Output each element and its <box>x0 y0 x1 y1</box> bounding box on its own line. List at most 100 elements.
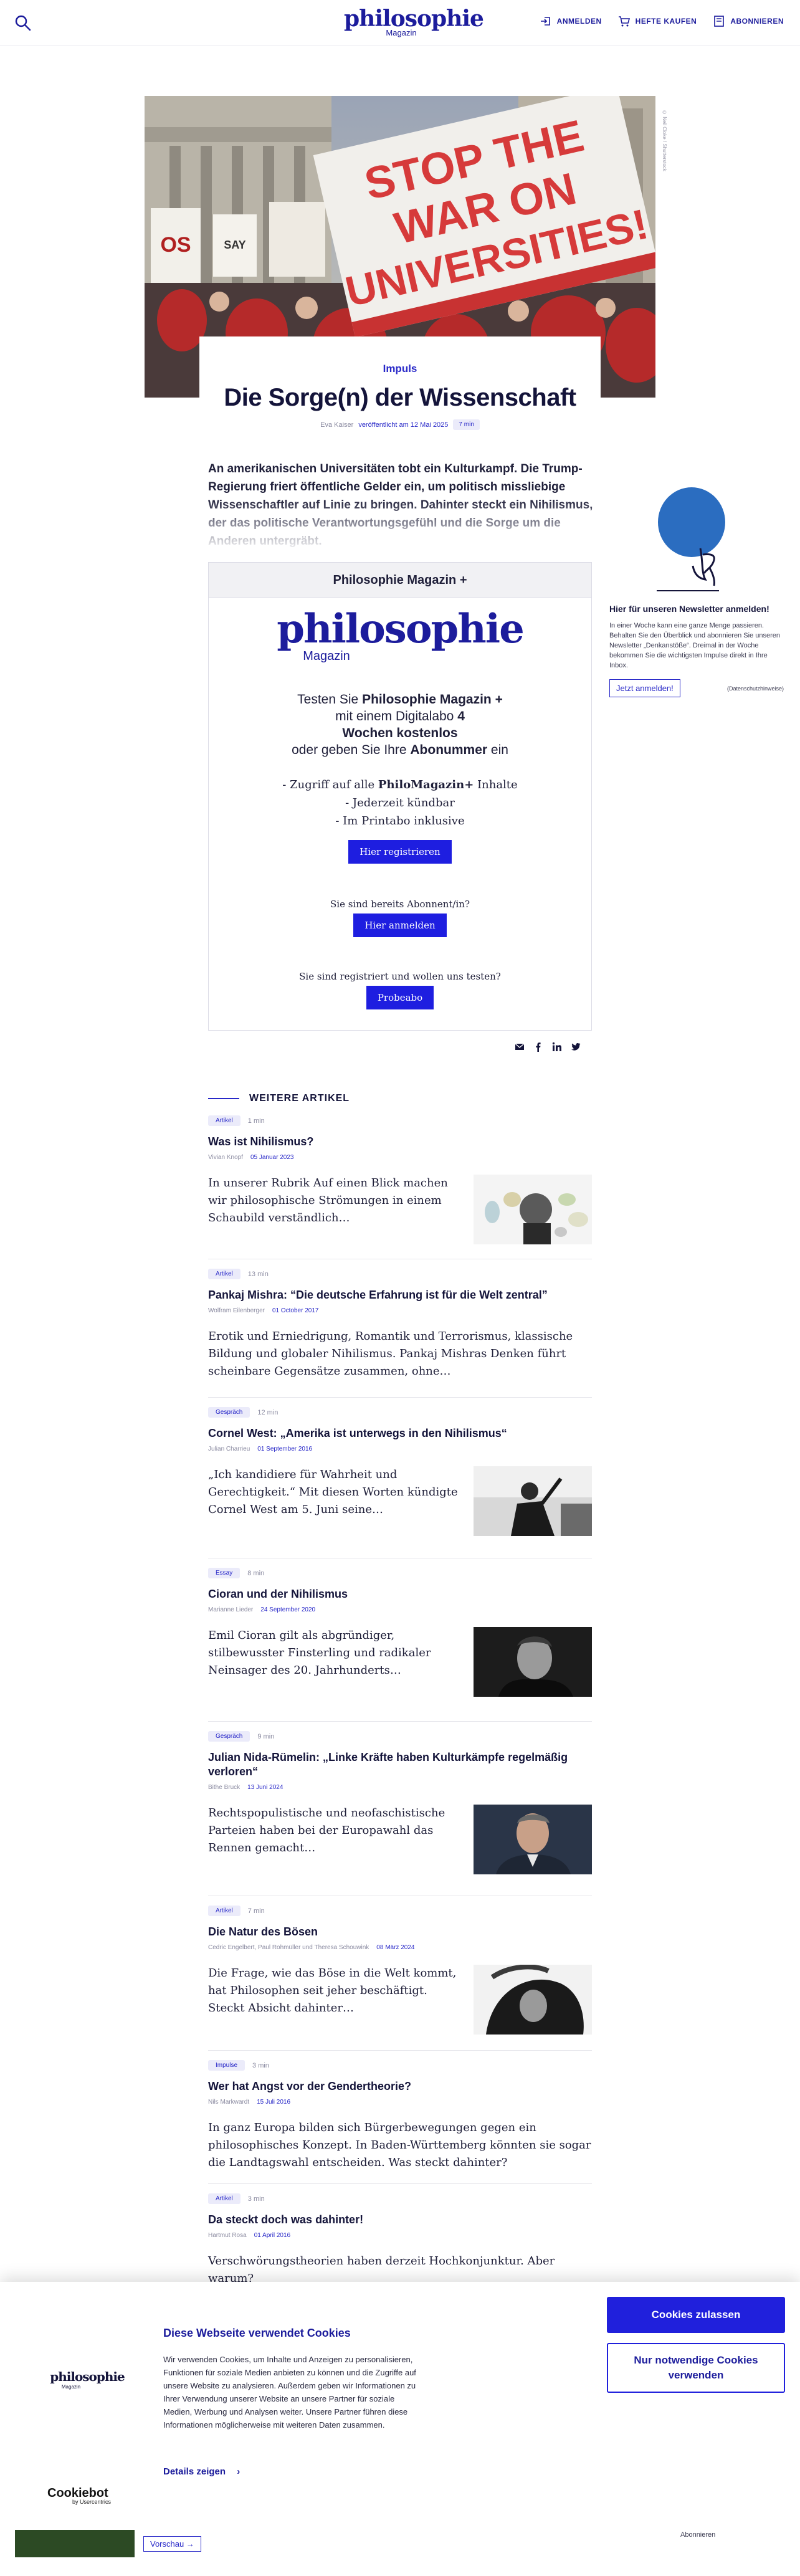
article-card-date: 08 März 2024 <box>376 1944 415 1951</box>
article-author[interactable]: Eva Kaiser <box>320 421 353 429</box>
cookie-details-link[interactable]: Details zeigen › <box>163 2466 240 2477</box>
article-card[interactable]: Artikel 13 min Pankaj Mishra: “Die deutsc… <box>208 1269 592 1380</box>
lead-fade-overlay <box>206 499 598 548</box>
article-thumbnail[interactable] <box>474 1175 592 1244</box>
article-card-author[interactable]: Julian Charrieu <box>208 1446 250 1453</box>
article-card-author[interactable]: Bithe Bruck <box>208 1784 240 1791</box>
cart-icon <box>618 16 630 27</box>
arrow-right-icon: → <box>186 2539 194 2549</box>
linkedin-share-icon[interactable] <box>552 1042 562 1052</box>
offer-weeks-count: 4 <box>457 709 465 723</box>
site-logo[interactable]: philosophie Magazin <box>344 6 484 37</box>
benefit-2: - Jederzeit kündbar <box>345 796 455 809</box>
article-card[interactable]: Impulse 3 min Wer hat Angst vor der Gende… <box>208 2060 592 2172</box>
paywall-benefits: - Zugriff auf alle PhiloMagazin+ Inhalte… <box>209 776 591 830</box>
cookie-allow-button[interactable]: Cookies zulassen <box>607 2297 785 2333</box>
email-share-icon[interactable] <box>515 1042 525 1052</box>
paywall-header: Philosophie Magazin + <box>209 563 591 598</box>
offer-subscription-number: Abonummer <box>410 743 488 757</box>
article-read-time: 7 min <box>247 1907 265 1915</box>
article-card-date: 05 Januar 2023 <box>250 1154 294 1161</box>
article-card-title[interactable]: Die Natur des Bösen <box>208 1925 592 1939</box>
offer-line-1: Testen Sie <box>297 692 363 707</box>
article-card-title[interactable]: Pankaj Mishra: “Die deutsche Erfahrung i… <box>208 1288 592 1302</box>
buy-issues-link[interactable]: HEFTE KAUFEN <box>618 15 697 27</box>
article-thumbnail[interactable] <box>474 1627 592 1697</box>
offer-product: Philosophie Magazin + <box>362 692 503 707</box>
article-read-time: 3 min <box>252 2061 269 2069</box>
article-title-card: Impuls Die Sorge(n) der Wissenschaft Eva… <box>199 336 601 444</box>
article-thumbnail[interactable] <box>474 1965 592 2035</box>
article-card-author[interactable]: Vivian Knopf <box>208 1154 243 1161</box>
article-card-title[interactable]: Cornel West: „Amerika ist unterwegs in d… <box>208 1426 592 1441</box>
article-card-author[interactable]: Hartmut Rosa <box>208 2232 247 2239</box>
buy-issues-label: HEFTE KAUFEN <box>635 17 697 26</box>
article-card-teaser: In unserer Rubrik Auf einen Blick machen… <box>208 1176 448 1224</box>
article-read-time: 8 min <box>247 1569 265 1577</box>
article-type-badge: Artikel <box>208 2193 240 2204</box>
article-card-title[interactable]: Julian Nida-Rümelin: „Linke Kräfte haben… <box>208 1750 592 1779</box>
article-card[interactable]: Artikel 7 min Die Natur des Bösen Cedric … <box>208 1906 592 2035</box>
article-card-title[interactable]: Cioran und der Nihilismus <box>208 1587 592 1601</box>
read-time-badge: 7 min <box>453 419 480 430</box>
login-label: ANMELDEN <box>556 17 602 26</box>
login-button[interactable]: Hier anmelden <box>353 914 447 937</box>
cookie-details-label: Details zeigen <box>163 2466 226 2477</box>
cookiebot-logo[interactable]: Cookiebot by Usercentrics <box>47 2486 116 2505</box>
article-card-title[interactable]: Was ist Nihilismus? <box>208 1135 592 1149</box>
article-card-title[interactable]: Wer hat Angst vor der Gendertheorie? <box>208 2079 592 2094</box>
login-link[interactable]: ANMELDEN <box>540 15 602 27</box>
article-published: veröffentlicht am 12 Mai 2025 <box>358 421 449 429</box>
article-card-author[interactable]: Cedric Engelbert, Paul Rohmüller und The… <box>208 1944 369 1951</box>
article-read-time: 12 min <box>257 1408 279 1416</box>
article-card-author[interactable]: Wolfram Eilenberger <box>208 1307 265 1314</box>
article-card-teaser: Die Frage, wie das Böse in die Welt komm… <box>208 1967 457 2015</box>
article-thumbnail[interactable] <box>474 1805 592 1874</box>
article-card-author[interactable]: Marianne Lieder <box>208 1606 253 1613</box>
article-card[interactable]: Artikel 3 min Da steckt doch was dahinter… <box>208 2193 592 2287</box>
article-read-time: 13 min <box>247 1270 269 1278</box>
bottom-subscribe-link[interactable]: Abonnieren <box>680 2531 715 2539</box>
logo-wordmark: philosophie <box>344 6 484 32</box>
article-card-date: 01 April 2016 <box>254 2232 291 2239</box>
cookie-logo-subtitle: Magazin <box>61 2384 81 2390</box>
article-separator <box>208 1721 592 1722</box>
article-card[interactable]: Artikel 1 min Was ist Nihilismus? Vivian … <box>208 1115 592 1244</box>
cookie-logo-wordmark: philosophie <box>50 2369 125 2384</box>
article-kicker[interactable]: Impuls <box>199 363 601 375</box>
article-thumbnail[interactable] <box>474 1466 592 1536</box>
trial-button[interactable]: Probeabo <box>366 986 434 1009</box>
facebook-share-icon[interactable] <box>533 1042 543 1052</box>
article-card-author[interactable]: Nils Markwardt <box>208 2099 249 2106</box>
article-card-teaser: Erotik und Erniedrigung, Romantik und Te… <box>208 1330 573 1378</box>
article-type-badge: Gespräch <box>208 1407 250 1418</box>
subscribe-link[interactable]: ABONNIEREN <box>713 15 784 27</box>
article-card[interactable]: Gespräch 9 min Julian Nida-Rümelin: „Link… <box>208 1731 592 1874</box>
cookie-banner: philosophie Magazin Diese Webseite verwe… <box>0 2282 800 2530</box>
search-icon[interactable] <box>14 14 32 32</box>
promo-image[interactable] <box>15 2530 135 2557</box>
cookie-banner-title: Diese Webseite verwendet Cookies <box>163 2327 351 2339</box>
cookie-necessary-button[interactable]: Nur notwendige Cookies verwenden <box>607 2343 785 2393</box>
article-type-badge: Artikel <box>208 1115 240 1126</box>
paywall-offer: Testen Sie Philosophie Magazin + mit ein… <box>209 691 591 758</box>
article-meta: Eva Kaiser veröffentlicht am 12 Mai 2025… <box>199 419 601 430</box>
article-separator <box>208 2183 592 2184</box>
article-card-title[interactable]: Da steckt doch was dahinter! <box>208 2213 592 2227</box>
newsletter-signup-button[interactable]: Jetzt anmelden! <box>609 679 680 697</box>
share-row <box>515 1042 581 1052</box>
register-button[interactable]: Hier registrieren <box>348 840 452 864</box>
subscribe-label: ABONNIEREN <box>730 17 784 26</box>
bottom-strip: Vorschau → Abonnieren <box>0 2530 800 2576</box>
article-card[interactable]: Gespräch 12 min Cornel West: „Amerika ist… <box>208 1407 592 1536</box>
article-card[interactable]: Essay 8 min Cioran und der Nihilismus Mar… <box>208 1568 592 1697</box>
newsletter-privacy-link[interactable]: (Datenschutzhinweise) <box>727 685 784 692</box>
preview-button[interactable]: Vorschau → <box>143 2536 201 2552</box>
article-card-teaser: Emil Cioran gilt als abgründiger, stilbe… <box>208 1629 431 1677</box>
svg-text:SAY: SAY <box>224 239 245 251</box>
article-title: Die Sorge(n) der Wissenschaft <box>224 384 576 411</box>
site-header: philosophie Magazin ANMELDEN HEFTE KAUFE… <box>0 0 800 46</box>
login-icon <box>540 17 550 26</box>
benefit-3: - Im Printabo inklusive <box>335 814 465 828</box>
twitter-share-icon[interactable] <box>571 1042 581 1052</box>
